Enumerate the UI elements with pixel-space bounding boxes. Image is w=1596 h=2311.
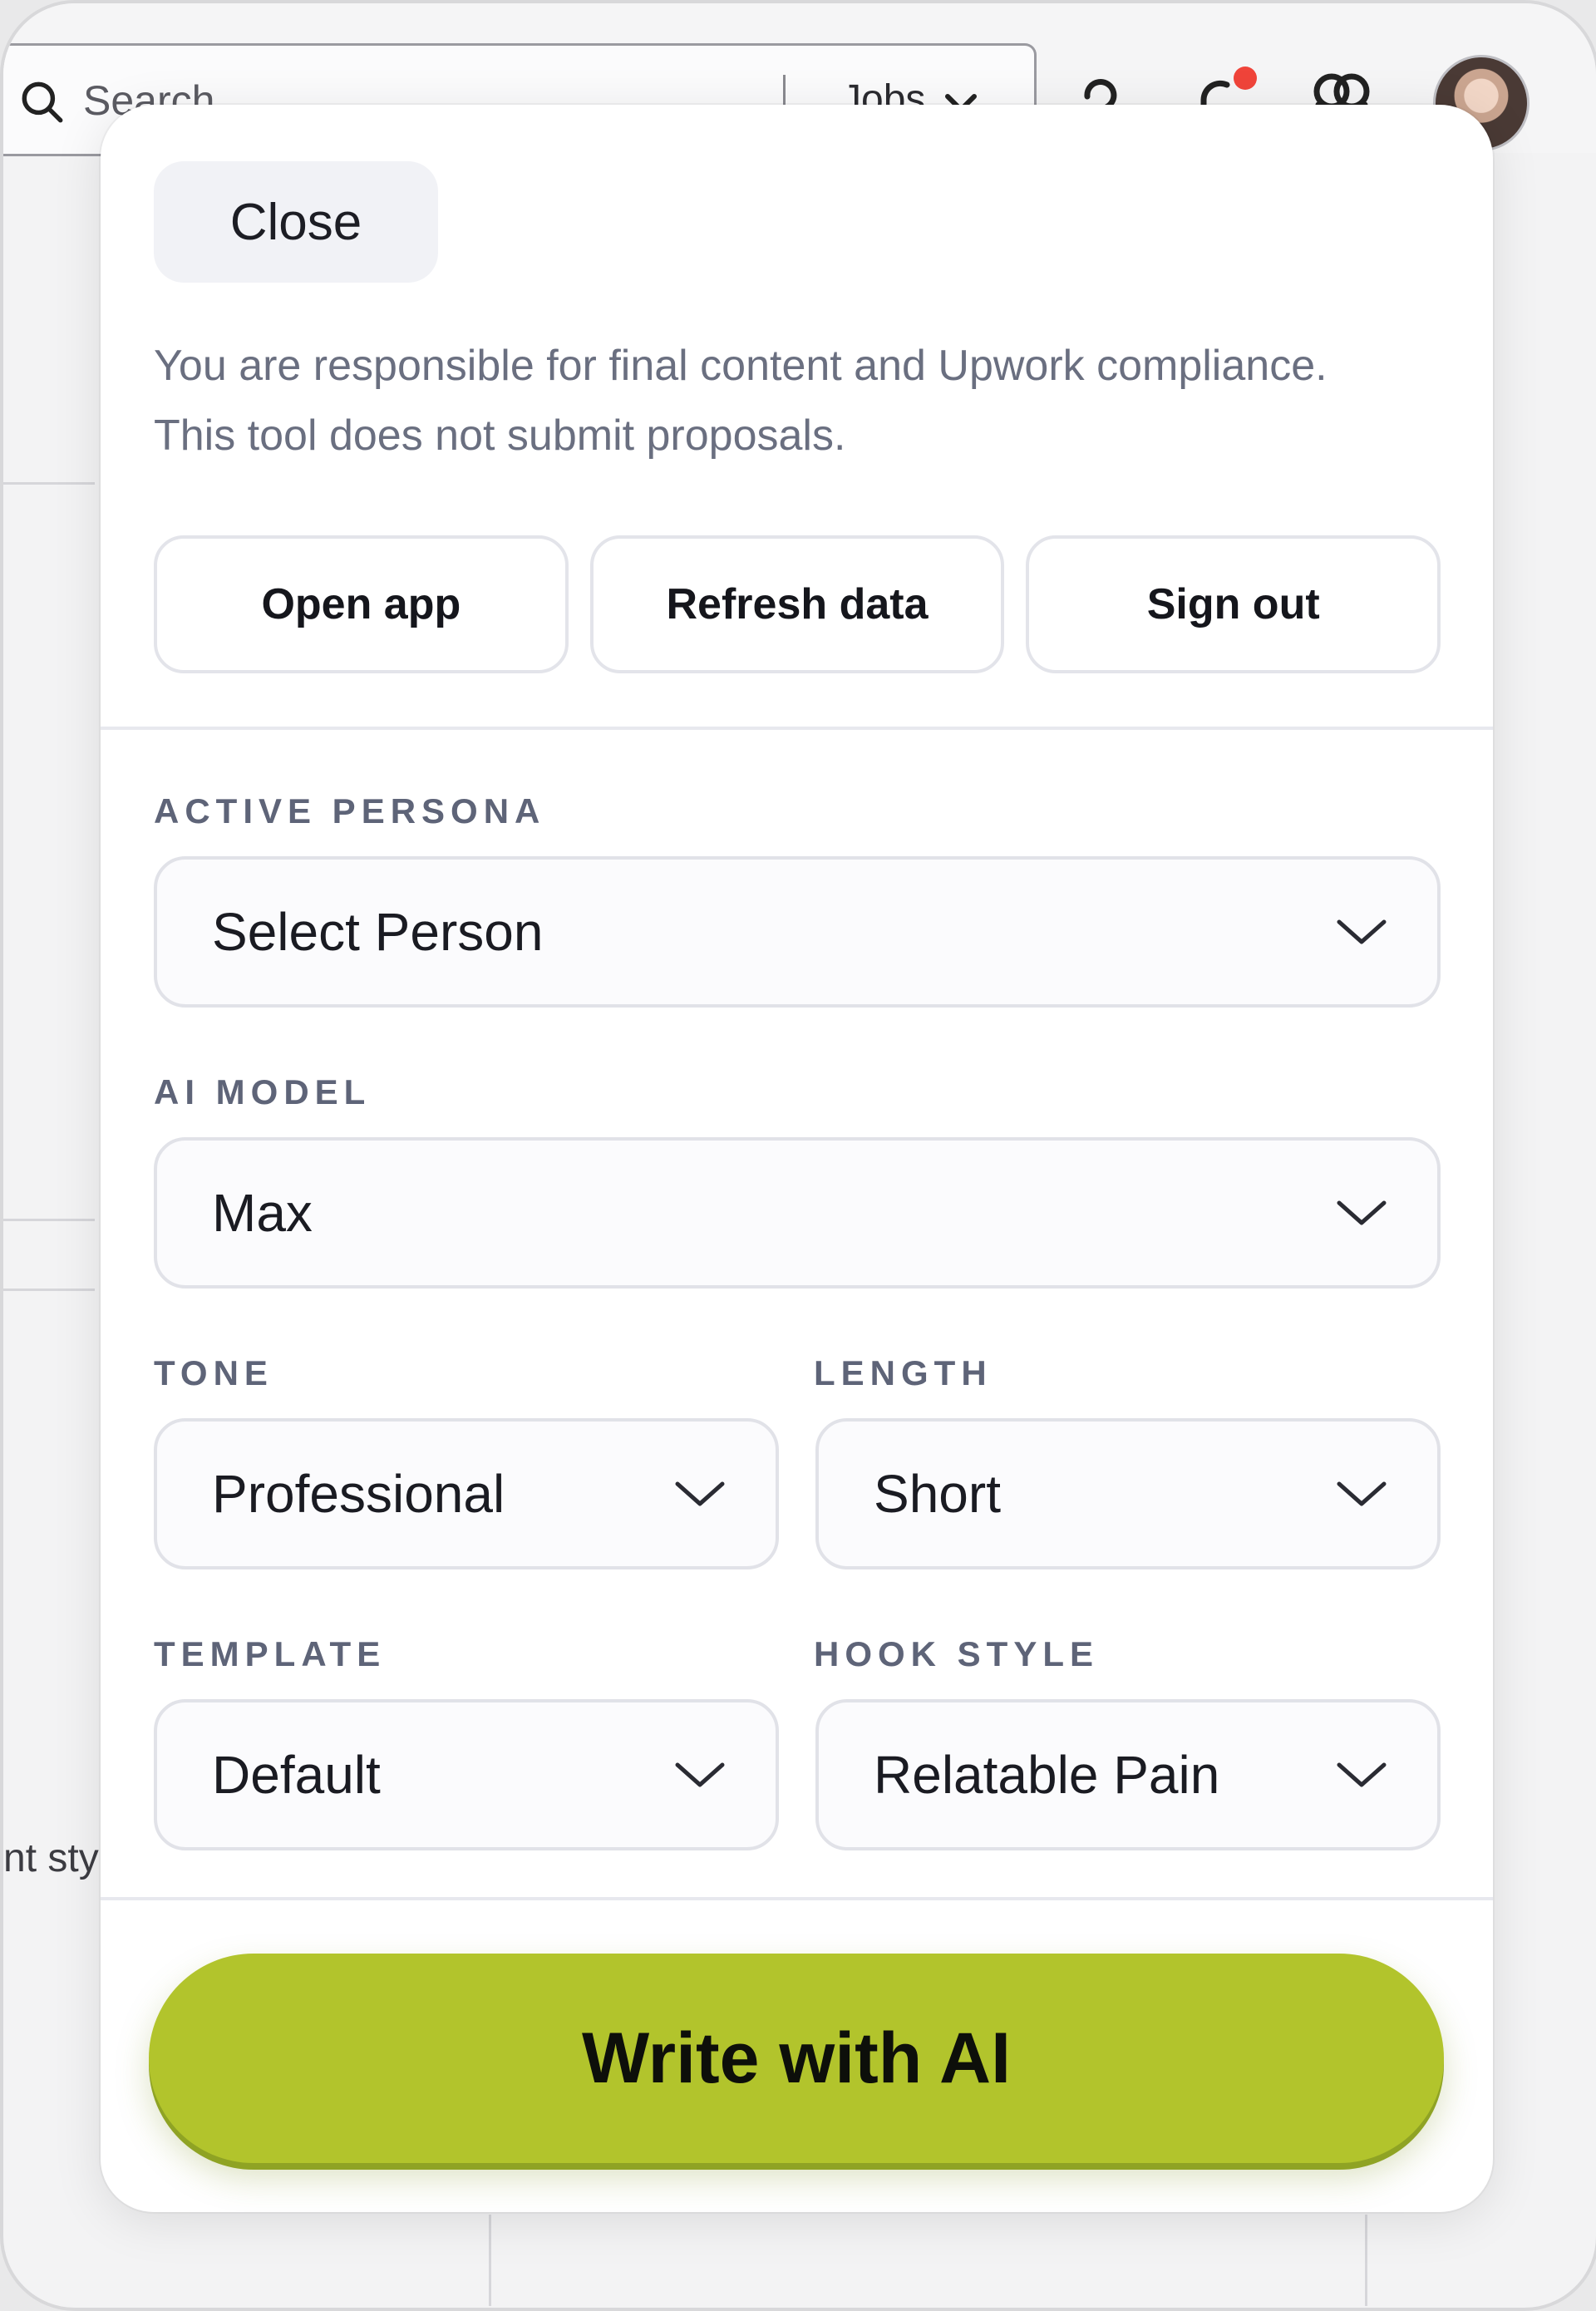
active-persona-label: ACTIVE PERSONA [154, 791, 546, 830]
chevron-down-icon [675, 1762, 725, 1787]
chevron-down-icon [1337, 1762, 1387, 1787]
background-divider [3, 1289, 95, 1291]
active-persona-value: Select Person [212, 902, 544, 962]
compliance-notice: You are responsible for final content an… [154, 342, 1328, 460]
hook-style-label: HOOK STYLE [814, 1634, 1100, 1673]
length-value: Short [874, 1464, 1001, 1524]
chevron-down-icon [1337, 919, 1387, 944]
notification-badge [1234, 67, 1257, 90]
device-frame: Search Jobs nt sty Close You are respons… [0, 0, 1596, 2311]
length-select[interactable]: Short [815, 1418, 1441, 1569]
close-button[interactable]: Close [154, 161, 438, 283]
tone-value: Professional [212, 1464, 505, 1524]
tone-label: TONE [154, 1353, 273, 1392]
ai-model-select[interactable]: Max [154, 1137, 1441, 1289]
background-divider [1365, 2215, 1367, 2306]
refresh-data-button[interactable]: Refresh data [589, 535, 1005, 673]
section-divider [101, 1897, 1493, 1900]
write-with-ai-button[interactable]: Write with AI [149, 1954, 1444, 2163]
template-select[interactable]: Default [154, 1699, 779, 1850]
background-divider [3, 1219, 95, 1221]
ai-model-label: AI MODEL [154, 1072, 372, 1111]
active-persona-select[interactable]: Select Person [154, 856, 1441, 1008]
background-divider [3, 482, 95, 485]
template-value: Default [212, 1745, 381, 1805]
chevron-down-icon [675, 1481, 725, 1506]
search-icon [22, 81, 63, 123]
ai-settings-panel: Close You are responsible for final cont… [101, 105, 1493, 2212]
action-buttons: Open app Refresh data Sign out [154, 535, 1441, 673]
section-divider [101, 727, 1493, 730]
open-app-button[interactable]: Open app [154, 535, 569, 673]
hook-style-value: Relatable Pain [874, 1745, 1220, 1805]
chevron-down-icon [1337, 1481, 1387, 1506]
background-truncated-text: nt sty [3, 1836, 99, 1880]
ai-model-value: Max [212, 1183, 313, 1243]
length-label: LENGTH [814, 1353, 993, 1392]
chevron-down-icon [1337, 1200, 1387, 1225]
background-divider [489, 2215, 491, 2306]
hook-style-select[interactable]: Relatable Pain [815, 1699, 1441, 1850]
tone-select[interactable]: Professional [154, 1418, 779, 1569]
template-label: TEMPLATE [154, 1634, 387, 1673]
sign-out-button[interactable]: Sign out [1026, 535, 1441, 673]
